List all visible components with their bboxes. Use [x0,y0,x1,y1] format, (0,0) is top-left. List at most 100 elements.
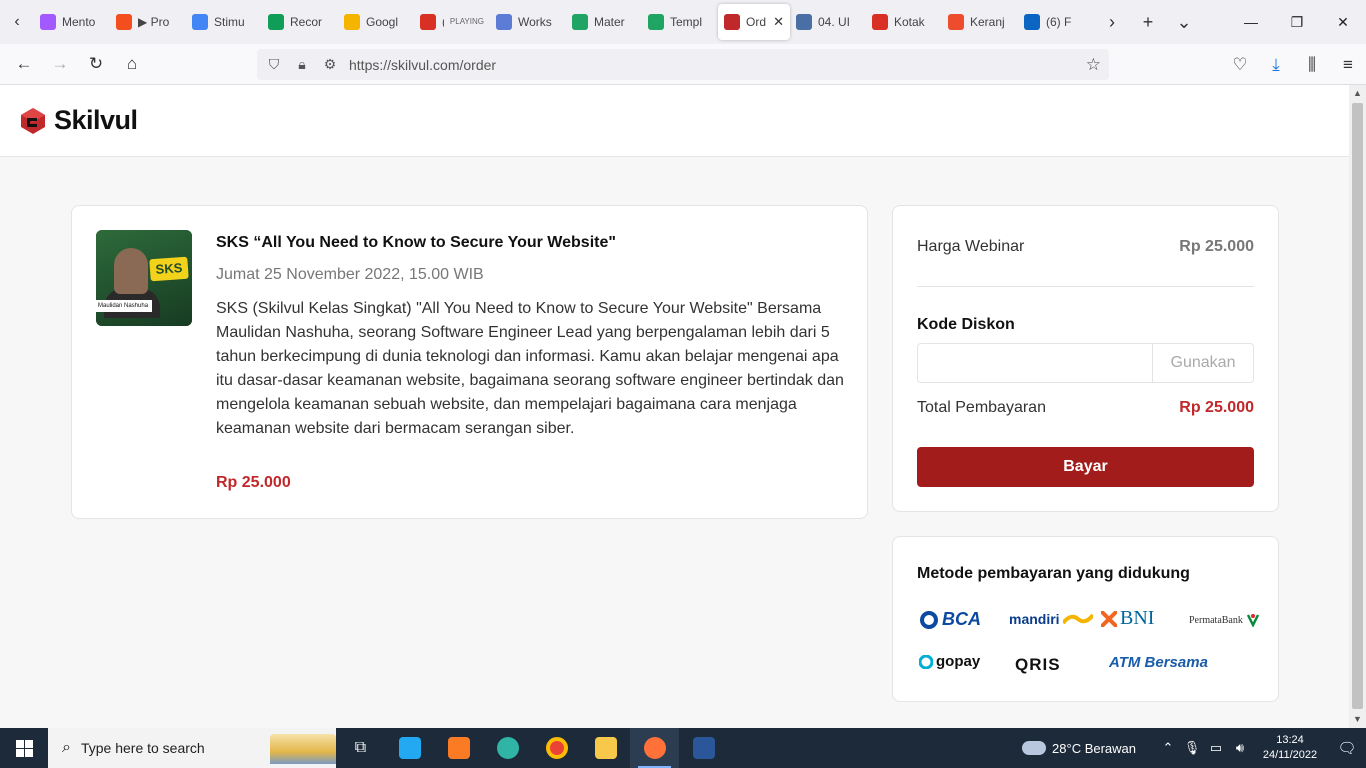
tab-favicon-icon [40,14,56,30]
speaker-icon[interactable]: 🔊︎ [1228,740,1252,756]
payment-methods-card: Metode pembayaran yang didukung BCA mand… [892,536,1279,702]
tab-label: Kotak [894,15,925,29]
tab-favicon-icon [1024,14,1040,30]
tab-label: 04. UI [818,15,851,29]
restore-icon[interactable]: ❐ [1274,0,1320,44]
weather-text: 28°C Berawan [1052,740,1136,756]
browser-tab[interactable]: 04. UI [790,4,866,40]
taskbar: ⌕ Type here to search ⧉ 28°C Berawan ⌃ 🎙… [0,728,1366,768]
tab-scroll-right-icon[interactable]: › [1094,0,1130,44]
pocket-icon[interactable]: ♡ [1222,47,1258,83]
bni-icon [1101,610,1117,627]
microphone-icon[interactable]: 🎙︎ [1180,740,1204,756]
logo-text[interactable]: Skilvul [54,105,138,136]
discount-box: Gunakan [917,343,1254,383]
browser-tab[interactable]: Works [490,4,566,40]
browser-tab[interactable]: Recor [262,4,338,40]
qris-logo: QRIS [1015,655,1061,675]
minimize-icon[interactable]: — [1228,0,1274,44]
reload-icon[interactable]: ↻ [78,46,114,82]
browser-tab[interactable]: (1) Dis PLAYING [414,4,490,40]
battery-icon[interactable]: ▭ [1204,740,1228,756]
scroll-up-icon[interactable]: ▲ [1349,85,1366,102]
pay-button[interactable]: Bayar [917,447,1254,487]
tab-label: Mento [62,15,96,29]
address-bar[interactable]: ⛉ 🔒︎ ⚙ https://skilvul.com/order ☆ [257,49,1109,80]
divider [917,286,1254,287]
shield-icon[interactable]: ⛉ [265,56,283,73]
browser-tab[interactable]: ▶ Pro [110,4,186,40]
tab-list-chevron-icon[interactable]: ⌄ [1166,0,1202,44]
tray-chevron-up-icon[interactable]: ⌃ [1156,740,1180,756]
browser-tab[interactable]: Keranj [942,4,1018,40]
tab-label: Mater [594,15,625,29]
xampp-icon[interactable] [434,728,483,768]
chrome-icon[interactable] [532,728,581,768]
file-explorer-icon[interactable] [581,728,630,768]
course-card: SKS Maulidan Nashuha SKS “All You Need t… [71,205,868,519]
gopay-logo: gopay [919,653,980,670]
tab-label: (1) Dis [442,16,444,28]
word-icon[interactable] [679,728,728,768]
tab-label: Googl [366,15,399,29]
tab-favicon-icon [268,14,284,30]
new-tab-icon[interactable]: + [1130,0,1166,44]
skilvul-logo-icon[interactable] [18,106,48,136]
back-icon[interactable]: ← [6,46,42,82]
close-tab-icon[interactable]: ✕ [773,14,784,30]
menu-icon[interactable]: ≡ [1330,47,1366,83]
tab-favicon-icon [796,14,812,30]
gopay-icon [919,654,933,669]
scroll-thumb[interactable] [1352,103,1363,709]
home-icon[interactable]: ⌂ [114,46,150,82]
bni-logo: BNI [1101,607,1154,630]
browser-tab[interactable]: Stimu [186,4,262,40]
tab-favicon-icon [948,14,964,30]
library-icon[interactable]: ⫼ [1294,47,1330,83]
clock[interactable]: 13:24 24/11/2022 [1252,733,1328,763]
tab-favicon-icon [192,14,208,30]
edge-icon[interactable] [483,728,532,768]
browser-tab[interactable]: Mater [566,4,642,40]
taskbar-search[interactable]: ⌕ Type here to search [48,728,336,768]
tab-favicon-icon [116,14,132,30]
browser-tab[interactable]: Ord ✕ [718,4,790,40]
url-text[interactable]: https://skilvul.com/order [349,57,496,73]
qris-text: QRIS [1015,655,1061,674]
close-window-icon[interactable]: ✕ [1320,0,1366,44]
browser-tab[interactable]: (6) F [1018,4,1094,40]
lock-icon[interactable]: 🔒︎ [293,56,311,73]
tab-label: Recor [290,15,323,29]
page-scrollbar[interactable]: ▲ ▼ [1349,85,1366,728]
atm-bersama-text: ATM Bersama [1109,654,1208,671]
toolbar-right: ♡ ⤓ ⫼ ≡ [1222,44,1366,85]
browser-tab[interactable]: Kotak [866,4,942,40]
firefox-icon[interactable] [630,728,679,768]
weather-widget[interactable]: 28°C Berawan [1022,741,1136,756]
tab-scroll-left-icon[interactable]: ‹ [0,0,34,44]
start-button[interactable] [0,728,48,768]
permissions-icon[interactable]: ⚙ [321,56,339,73]
navigation-bar: ← → ↻ ⌂ ⛉ 🔒︎ ⚙ https://skilvul.com/order… [0,44,1366,85]
forward-icon[interactable]: → [42,46,78,82]
notifications-icon[interactable]: 🗨︎ [1328,739,1366,757]
permata-text: PermataBank [1189,614,1243,626]
task-view-icon[interactable]: ⧉ [336,728,385,768]
mandiri-wave-icon [1062,613,1093,625]
thumbnail-speaker-face [114,248,148,294]
course-title: SKS “All You Need to Know to Secure Your… [216,234,616,251]
apply-discount-button[interactable]: Gunakan [1152,344,1253,382]
vscode-icon[interactable] [385,728,434,768]
downloads-icon[interactable]: ⤓ [1258,47,1294,83]
browser-tab[interactable]: Mento [34,4,110,40]
browser-tab[interactable]: Googl [338,4,414,40]
scroll-down-icon[interactable]: ▼ [1349,711,1366,728]
browser-tab[interactable]: Templ [642,4,718,40]
bookmark-star-icon[interactable]: ☆ [1086,55,1101,75]
cloud-icon [1022,741,1047,755]
discount-title: Kode Diskon [917,316,1015,333]
discount-code-input[interactable] [918,344,1152,382]
tab-favicon-icon [572,14,588,30]
clock-date: 24/11/2022 [1262,749,1318,761]
bca-logo: BCA [919,609,981,630]
